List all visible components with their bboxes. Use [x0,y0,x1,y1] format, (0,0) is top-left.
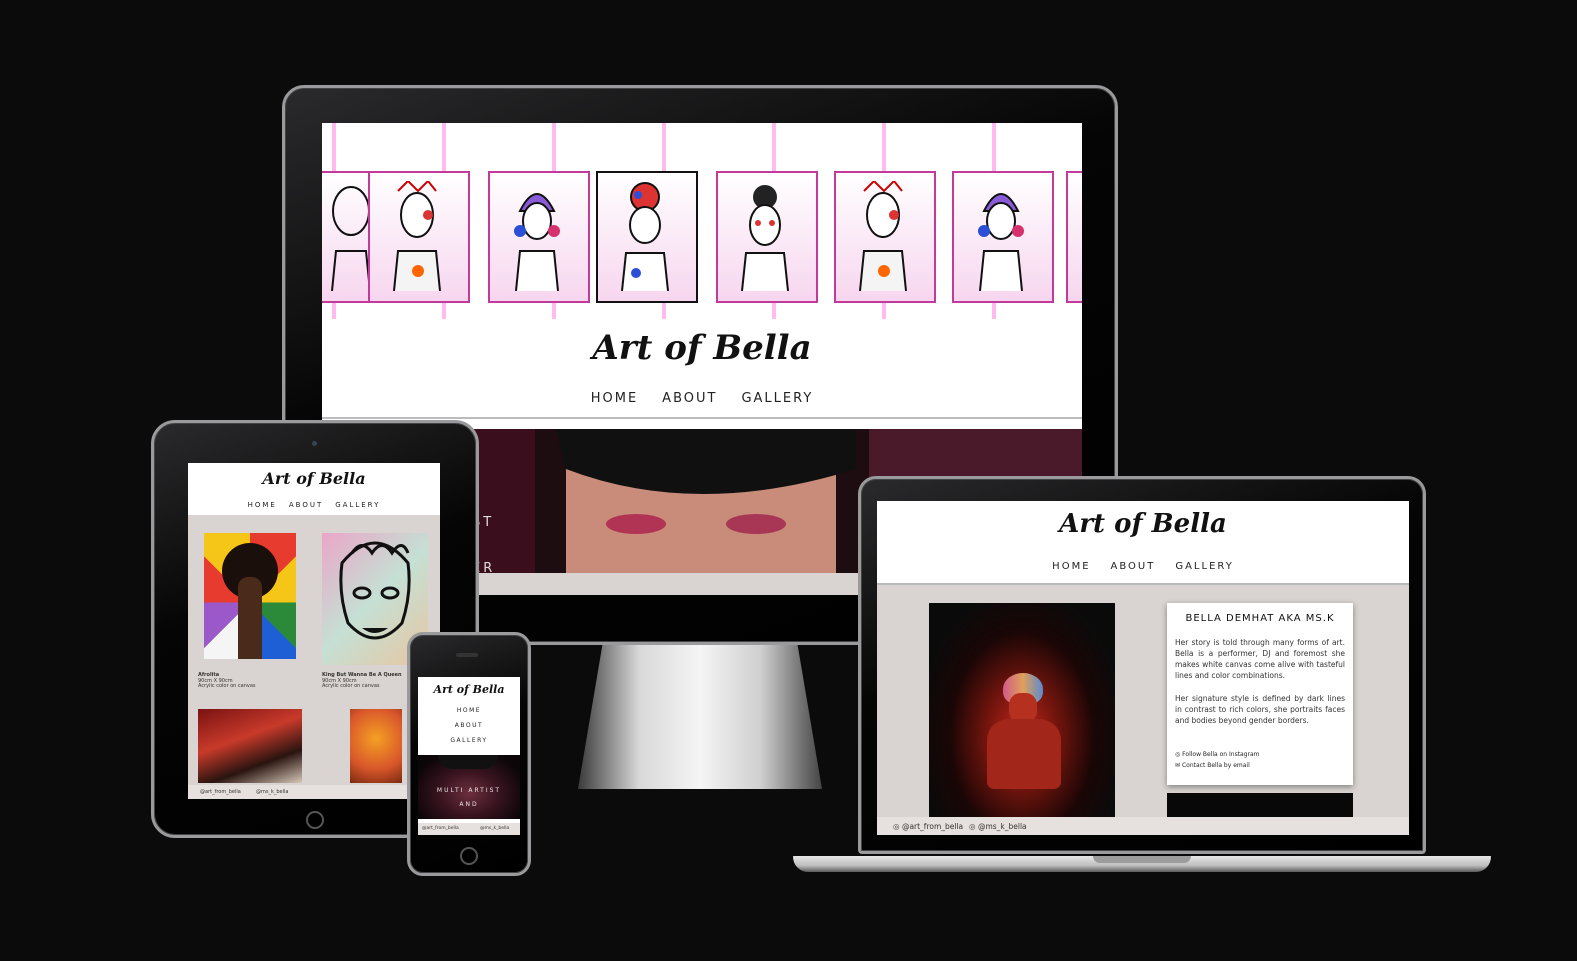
laptop-trackpad-notch [1093,856,1191,863]
laptop-footer-instagram-1[interactable]: ◎ @art_from_bella [893,822,963,831]
laptop-about-card: BELLA DEMHAT AKA MS.K Her story is told … [1167,603,1353,785]
laptop-email-link[interactable]: ✉ Contact Bella by email [1175,762,1250,769]
laptop-about-paragraph-1: Her story is told through many forms of … [1175,638,1345,680]
desktop-nav-gallery[interactable]: GALLERY [741,391,813,406]
tablet-site-title[interactable]: Art of Bella [188,469,440,488]
tablet-footer: @art_from_bella @ms_k_bella [188,785,440,799]
tablet-nav-about[interactable]: ABOUT [289,501,323,509]
phone-nav-about[interactable]: ABOUT [418,718,520,733]
tablet-nav-gallery[interactable]: GALLERY [335,501,380,509]
laptop-instagram-label: Follow Bella on Instagram [1182,751,1260,758]
phone-speaker [456,653,478,657]
tablet-artwork-afrolita[interactable] [204,533,296,659]
desktop-site-title[interactable]: Art of Bella [322,328,1082,368]
tablet-nav: HOME ABOUT GALLERY [188,501,440,509]
laptop-nav: HOME ABOUT GALLERY [877,561,1409,572]
tablet-artwork-4[interactable] [350,709,402,783]
phone-nav: HOME ABOUT GALLERY [418,703,520,748]
phone-nav-gallery[interactable]: GALLERY [418,733,520,748]
tablet-home-button[interactable] [306,811,324,829]
laptop-about-section: BELLA DEMHAT AKA MS.K Her story is told … [877,585,1409,819]
desktop-nav-about[interactable]: ABOUT [662,391,717,406]
phone-device: Art of Bella HOME ABOUT GALLERY MULTI AR… [407,632,531,876]
laptop-portrait-photo [929,603,1115,817]
phone-site-title[interactable]: Art of Bella [418,683,520,696]
laptop-email-label: Contact Bella by email [1181,762,1250,769]
laptop-nav-about[interactable]: ABOUT [1111,561,1156,572]
tablet-footer-instagram-2[interactable]: @ms_k_bella [256,789,288,795]
phone-footer: @art_from_bella @ms_k_bella [418,823,520,835]
tablet-artwork-king-queen-medium: Acrylic color on canvas [322,683,380,689]
tablet-screen: Art of Bella HOME ABOUT GALLERY Afrolita… [188,463,440,799]
phone-hero-line-2: AND [459,801,479,808]
tablet-artwork-3[interactable] [198,709,302,783]
phone-nav-home[interactable]: HOME [418,703,520,718]
desktop-hero-banner [322,123,1082,319]
instagram-icon: ◎ [1175,751,1181,758]
phone-hero: MULTI ARTIST AND [418,755,520,819]
imac-stand [578,645,822,789]
laptop-screen: Art of Bella HOME ABOUT GALLERY BELLA DE… [877,501,1409,835]
tablet-camera [312,441,317,446]
laptop-nav-gallery[interactable]: GALLERY [1175,561,1233,572]
phone-home-button[interactable] [460,847,478,865]
phone-footer-instagram-1[interactable]: @art_from_bella [422,826,459,831]
tablet-gallery: Afrolita 90cm X 90cm Acrylic color on ca… [188,515,440,799]
laptop-footer: ◎ @art_from_bella ◎ @ms_k_bella [877,817,1409,835]
laptop-about-paragraph-2: Her signature style is defined by dark l… [1175,694,1345,725]
laptop-next-card [1167,793,1353,819]
laptop-lid: Art of Bella HOME ABOUT GALLERY BELLA DE… [858,476,1426,854]
desktop-nav-home[interactable]: HOME [591,391,638,406]
instagram-icon: ◎ [969,822,976,831]
envelope-icon: ✉ [1175,762,1181,769]
laptop-base [793,856,1491,872]
desktop-nav: HOME ABOUT GALLERY [322,391,1082,406]
laptop-footer-instagram-1-label: @art_from_bella [901,822,964,831]
instagram-icon: ◎ [893,822,900,831]
laptop-instagram-link[interactable]: ◎ Follow Bella on Instagram [1175,751,1260,758]
laptop-nav-home[interactable]: HOME [1052,561,1090,572]
tablet-artwork-afrolita-medium: Acrylic color on canvas [198,683,256,689]
phone-footer-instagram-2[interactable]: @ms_k_bella [480,826,509,831]
tablet-footer-instagram-1[interactable]: @art_from_bella [200,789,241,795]
phone-hero-line-1: MULTI ARTIST [436,787,502,794]
desktop-nav-divider [322,417,1082,419]
phone-screen: Art of Bella HOME ABOUT GALLERY MULTI AR… [418,677,520,835]
laptop-footer-instagram-2-label: @ms_k_bella [977,822,1027,831]
laptop-footer-instagram-2[interactable]: ◎ @ms_k_bella [969,822,1027,831]
laptop-site-title[interactable]: Art of Bella [877,509,1409,539]
tablet-nav-home[interactable]: HOME [248,501,277,509]
laptop-about-heading: BELLA DEMHAT AKA MS.K [1185,613,1335,624]
